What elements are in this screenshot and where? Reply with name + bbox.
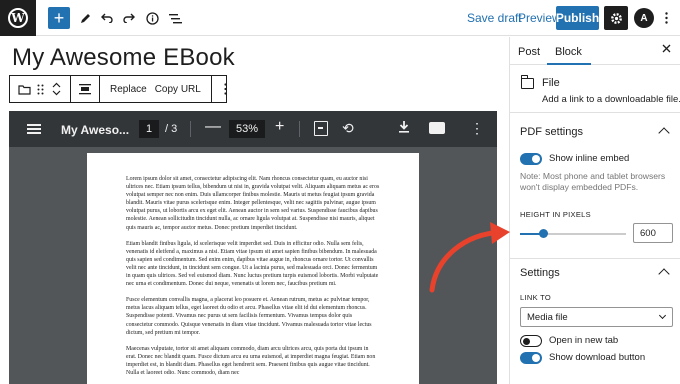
pdf-paragraph: Etiam blandit finibus ligula, id sceleri… — [126, 240, 379, 288]
print-icon[interactable] — [429, 122, 445, 134]
pdf-zoom-input[interactable]: 53% — [229, 120, 265, 138]
block-toolbar: Replace Copy URL — [9, 75, 227, 103]
astra-settings-button[interactable]: A — [634, 8, 654, 28]
undo-icon — [101, 13, 113, 23]
redo-icon — [123, 13, 135, 23]
close-icon — [662, 44, 671, 53]
height-label: HEIGHT IN PIXELS — [520, 210, 591, 219]
copy-url-button[interactable]: Copy URL — [151, 84, 205, 95]
options-button[interactable] — [659, 8, 673, 28]
vertical-ellipsis-icon — [224, 83, 227, 95]
pdf-embed-viewer: My Aweso... 1 / 3 — 53% + ⟲ ⋮ Lorem ipsu… — [9, 111, 497, 384]
panel-title: PDF settings — [520, 126, 583, 138]
replace-button[interactable]: Replace — [106, 84, 151, 95]
tab-block[interactable]: Block — [555, 46, 582, 58]
settings-button[interactable] — [604, 6, 628, 30]
block-card-title: File — [542, 77, 560, 89]
fit-page-icon[interactable] — [314, 121, 328, 136]
align-button[interactable] — [77, 81, 93, 97]
pdf-page-total: / 3 — [165, 123, 178, 135]
link-to-label: LINK TO — [520, 293, 552, 302]
pdf-filename: My Aweso... — [61, 123, 130, 137]
list-view-button[interactable] — [165, 8, 185, 28]
help-text: Note: Most phone and tablet browsers won… — [520, 171, 666, 192]
height-number-input[interactable]: 600 — [633, 223, 673, 243]
zoom-in-button[interactable]: + — [275, 118, 284, 136]
move-up-down-control[interactable] — [48, 81, 64, 97]
pdf-toolbar: My Aweso... 1 / 3 — 53% + ⟲ ⋮ — [9, 111, 497, 147]
pdf-settings-panel-toggle[interactable]: PDF settings — [510, 117, 680, 147]
editor-canvas: My Awesome EBook Replace Copy URL My Awe… — [0, 37, 508, 384]
folder-icon — [17, 84, 31, 95]
chevron-down-icon — [658, 311, 667, 320]
more-options-group — [212, 76, 240, 102]
list-view-icon — [168, 13, 182, 23]
pdf-toolbar-divider — [299, 121, 300, 137]
pdf-page: Lorem ipsum dolor sit amet, consectetur … — [87, 153, 419, 384]
preview-button[interactable]: Preview — [518, 11, 561, 25]
folder-icon — [521, 75, 534, 89]
toggle-label: Open in new tab — [549, 335, 619, 346]
editor-top-toolbar: W + Save draft Preview Publish A — [0, 0, 680, 36]
open-new-tab-toggle[interactable] — [520, 335, 542, 347]
alignment-group — [71, 76, 100, 102]
panel-title: Settings — [520, 267, 560, 279]
file-actions-group: Replace Copy URL — [100, 76, 212, 102]
block-type-group — [10, 76, 71, 102]
add-block-button[interactable]: + — [48, 7, 70, 29]
save-draft-button[interactable]: Save draft — [467, 11, 522, 25]
align-icon — [79, 84, 91, 95]
file-block-switcher[interactable] — [16, 81, 32, 97]
chevron-up-icon — [658, 127, 670, 139]
drag-icon — [37, 84, 43, 94]
settings-sidebar: Post Block File Add a link to a download… — [509, 37, 680, 384]
pdf-more-icon[interactable]: ⋮ — [470, 120, 484, 137]
info-icon — [145, 11, 159, 25]
pdf-page-input[interactable]: 1 — [139, 120, 159, 138]
wordpress-logo-button[interactable]: W — [0, 0, 36, 36]
pencil-icon — [81, 14, 90, 23]
toggle-label: Show inline embed — [549, 153, 630, 164]
download-icon[interactable] — [398, 120, 410, 136]
tab-post[interactable]: Post — [518, 46, 540, 58]
pdf-menu-icon[interactable] — [27, 121, 41, 137]
chevron-up-icon — [658, 268, 670, 280]
wordpress-icon: W — [8, 8, 28, 28]
publish-button[interactable]: Publish — [556, 6, 599, 30]
select-value: Media file — [527, 311, 568, 323]
pdf-paragraph: Fusce elementum convallis magna, a place… — [126, 297, 372, 336]
pdf-paragraph: Lorem ipsum dolor sit amet, consectetur … — [126, 176, 380, 231]
post-title[interactable]: My Awesome EBook — [12, 44, 235, 72]
rotate-icon[interactable]: ⟲ — [342, 120, 354, 137]
gear-icon — [610, 12, 622, 24]
slider-thumb[interactable] — [539, 229, 549, 238]
pdf-toolbar-divider — [190, 121, 191, 137]
vertical-ellipsis-icon — [664, 12, 668, 24]
block-card: File Add a link to a downloadable file. — [510, 65, 680, 113]
toggle-label: Show download button — [549, 352, 646, 363]
edit-tools-button[interactable] — [76, 8, 96, 28]
zoom-out-button[interactable]: — — [205, 118, 221, 136]
details-button[interactable] — [142, 8, 162, 28]
show-inline-embed-toggle[interactable] — [520, 153, 542, 165]
block-card-description: Add a link to a downloadable file. — [542, 94, 680, 105]
height-slider[interactable] — [520, 229, 626, 238]
settings-panel-toggle[interactable]: Settings — [510, 258, 680, 288]
pdf-paragraph: Maecenas vulputate, tortor sit amet aliq… — [126, 345, 376, 376]
close-sidebar-button[interactable] — [662, 44, 671, 56]
show-download-toggle[interactable] — [520, 352, 542, 364]
block-options-button[interactable] — [218, 81, 234, 97]
redo-button[interactable] — [119, 8, 139, 28]
drag-handle[interactable] — [32, 81, 48, 97]
chevron-up-down-icon — [52, 82, 60, 96]
undo-button[interactable] — [97, 8, 117, 28]
sidebar-tabs: Post Block — [510, 37, 680, 65]
link-to-select[interactable]: Media file — [520, 307, 673, 327]
